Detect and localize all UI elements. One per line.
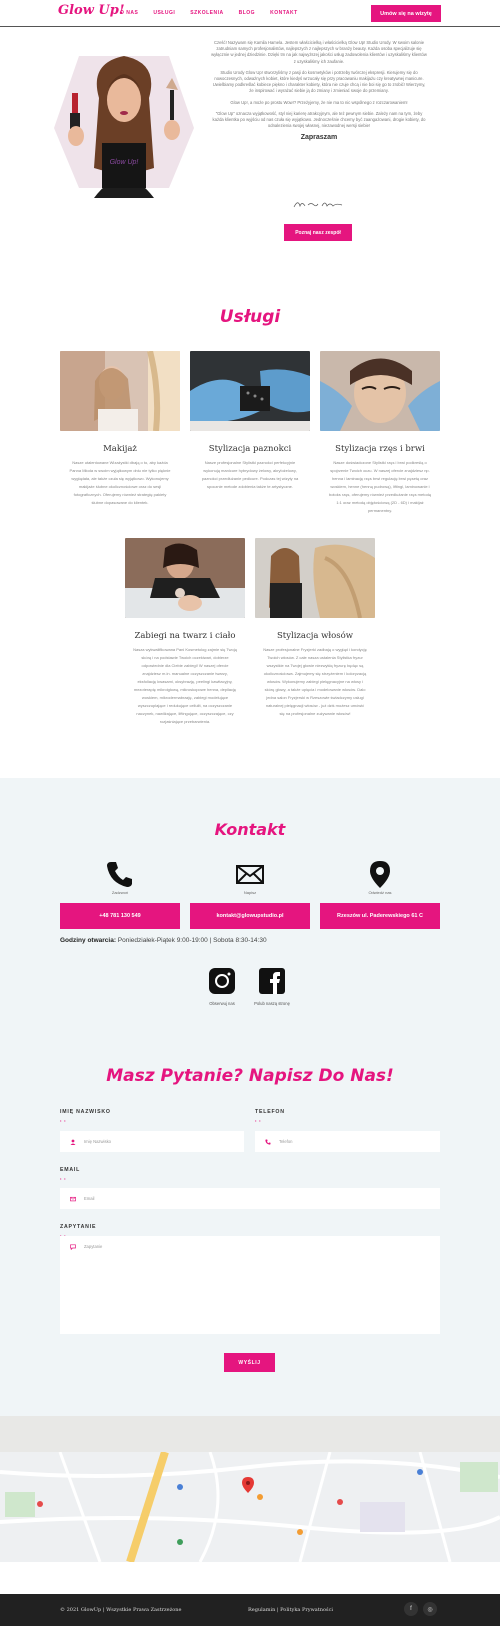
meet-team-button[interactable]: Poznaj nasz zespół — [284, 224, 352, 241]
nav-item-contact[interactable]: KONTAKT — [270, 10, 298, 16]
service-description: Nasze utalentowane Wizażystki dbają o to… — [69, 460, 171, 505]
message-placeholder: Zapytanie — [84, 1244, 103, 1249]
map-pin-icon — [370, 861, 390, 888]
main-nav: O NAS USŁUGI SZKOLENIA BLOG KONTAKT — [120, 10, 298, 16]
service-title: Zabiegi na twarz i ciało — [134, 631, 236, 641]
name-placeholder: Imię Nazwisko — [84, 1139, 111, 1144]
visit-caption: Odwiedź nas — [368, 890, 392, 895]
message-field[interactable]: Zapytanie — [60, 1236, 440, 1334]
book-visit-button[interactable]: Umów się na wizytę — [371, 5, 441, 22]
about-paragraph: Glow Up!, a może po prostu Wow!? Przeżyj… — [230, 99, 408, 105]
about-paragraph: "Glow Up" oznacza wyjątkowość, styl niej… — [212, 110, 426, 129]
opening-hours-value: Poniedziałek-Piątek 9:00-19:00 | Sobota … — [117, 937, 267, 944]
contact-title: Kontakt — [214, 820, 286, 839]
owner-portrait-illustration: Glow Up! — [54, 56, 194, 198]
logo[interactable]: Glow Up! — [58, 3, 125, 18]
services-title: Usługi — [219, 307, 281, 327]
footer-facebook-icon[interactable]: f — [404, 1602, 418, 1616]
email-placeholder: Email — [84, 1196, 95, 1201]
phone-label: TELEFON — [255, 1109, 285, 1123]
facebook-icon[interactable] — [259, 968, 285, 994]
service-title: Stylizacja rzęs i brwi — [335, 444, 425, 454]
service-title: Makijaż — [103, 444, 137, 454]
owner-signature — [293, 202, 343, 208]
service-description: Nasze profesjonalne Stylistki paznokci p… — [201, 460, 299, 489]
location-map[interactable] — [0, 1452, 500, 1562]
service-description: Nasze profesjonalne Fryzjerki zadbają o … — [263, 647, 367, 716]
instagram-icon[interactable] — [209, 968, 235, 994]
svg-text:Glow Up!: Glow Up! — [110, 159, 139, 166]
phone-placeholder: Telefon — [279, 1139, 293, 1144]
nav-item-blog[interactable]: BLOG — [239, 10, 255, 16]
email-button[interactable]: kontakt@glowupstudio.pl — [190, 903, 310, 929]
phone-small-icon — [265, 1139, 271, 1145]
service-card[interactable]: Stylizacja rzęs i brwi Nasze doświadczon… — [320, 351, 440, 515]
phone-button[interactable]: +48 781 130 549 — [60, 903, 180, 929]
face-body-treatment-photo — [125, 538, 245, 618]
service-card[interactable]: Stylizacja paznokci Nasze profesjonalne … — [190, 351, 310, 491]
about-paragraph: Studio Urody Glow Up! stworzyliśmy z pas… — [212, 69, 426, 94]
site-footer: © 2021 GlowUp | Wszystkie Prawa Zastrzeż… — [0, 1594, 500, 1626]
site-header: Glow Up! O NAS USŁUGI SZKOLENIA BLOG KON… — [0, 0, 500, 27]
opening-hours: Godziny otwarcia: Poniedziałek-Piątek 9:… — [60, 937, 267, 944]
write-caption: Napisz — [243, 890, 257, 895]
service-description: Nasza wykwalifikowana Pani Kosmetolog za… — [133, 647, 237, 724]
nav-item-services[interactable]: USŁUGI — [153, 10, 175, 16]
makeup-photo — [60, 350, 180, 432]
phone-icon — [107, 862, 132, 887]
hair-styling-photo — [255, 538, 375, 619]
service-description: Nasze doświadczone Stylistki rzęs i brwi… — [328, 460, 432, 513]
service-card[interactable]: Stylizacja włosów Nasze profesjonalne Fr… — [255, 538, 375, 718]
service-card[interactable]: Makijaż Nasze utalentowane Wizażystki db… — [60, 350, 180, 507]
service-title: Stylizacja włosów — [276, 631, 354, 641]
invite-text: Zapraszam — [300, 134, 338, 142]
email-label: EMAIL — [60, 1167, 80, 1181]
about-paragraph: Cześć! Nazywam się Kamila Hamela. Jestem… — [211, 40, 427, 64]
email-field[interactable]: Email — [60, 1188, 440, 1209]
user-icon — [70, 1139, 76, 1145]
map-header-strip — [0, 1416, 500, 1452]
envelope-small-icon — [70, 1196, 76, 1201]
nav-item-training[interactable]: SZKOLENIA — [190, 10, 223, 16]
service-card[interactable]: Zabiegi na twarz i ciało Nasza wykwalifi… — [125, 538, 245, 726]
footer-instagram-icon[interactable]: ◎ — [423, 1602, 437, 1616]
address-button[interactable]: Rzeszów ul. Paderewskiego 61 C — [320, 903, 440, 929]
call-caption: Zadzwoń — [111, 890, 129, 895]
nav-item-about[interactable]: O NAS — [120, 10, 138, 16]
name-field[interactable]: Imię Nazwisko — [60, 1131, 244, 1152]
lashes-brows-photo — [320, 351, 440, 431]
about-section: Cześć! Nazywam się Kamila Hamela. Jestem… — [210, 40, 428, 141]
name-label: IMIĘ NAZWISKO — [60, 1109, 111, 1123]
envelope-icon — [236, 865, 264, 884]
form-title: Masz Pytanie? Napisz Do Nas! — [106, 1066, 394, 1086]
phone-field[interactable]: Telefon — [255, 1131, 440, 1152]
send-button[interactable]: WYŚLIJ — [224, 1353, 275, 1372]
like-page-caption: Polub naszą stronę — [254, 1001, 290, 1006]
legal-links[interactable]: Regulamin | Polityka Prywatności — [248, 1607, 333, 1613]
comment-icon — [70, 1244, 76, 1250]
service-title: Stylizacja paznokci — [208, 444, 292, 454]
copyright-text: © 2021 GlowUp | Wszystkie Prawa Zastrzeż… — [60, 1607, 182, 1613]
nails-photo — [190, 351, 310, 431]
opening-hours-label: Godziny otwarcia: — [60, 937, 116, 944]
